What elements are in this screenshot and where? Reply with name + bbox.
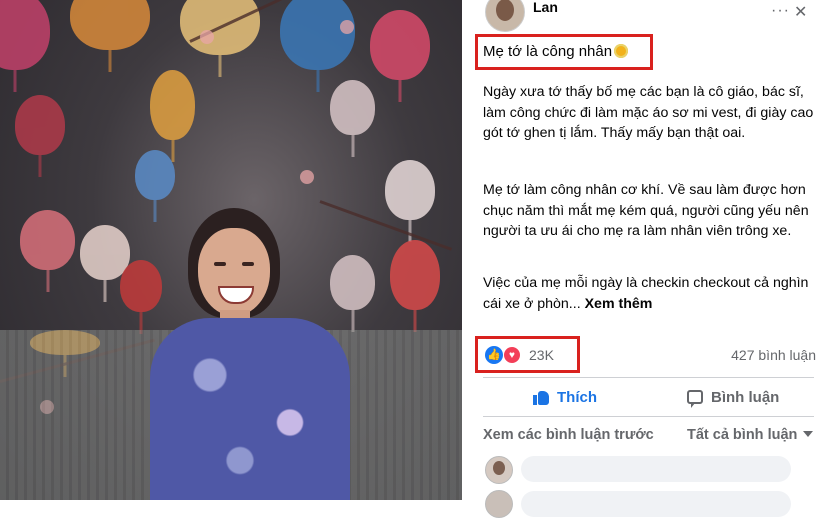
panel-divider xyxy=(462,0,471,500)
like-button-label: Thích xyxy=(557,388,597,406)
face xyxy=(198,228,270,316)
lantern xyxy=(15,95,65,155)
thumbs-up-icon xyxy=(533,389,549,405)
commenter-avatar[interactable] xyxy=(485,456,513,484)
view-previous-comments-link[interactable]: Xem các bình luận trước xyxy=(483,427,654,443)
comment-bubble[interactable] xyxy=(521,491,791,517)
comment-bubble-icon xyxy=(687,390,703,408)
lantern xyxy=(0,0,50,70)
post-paragraph: Mẹ tớ làm công nhân cơ khí. Về sau làm đ… xyxy=(483,182,809,239)
post-photo[interactable] xyxy=(0,0,462,500)
see-more-link[interactable]: Xem thêm xyxy=(585,296,653,312)
blossom xyxy=(340,20,354,34)
reaction-count[interactable]: 23K xyxy=(529,347,554,363)
like-reaction-icon[interactable]: 👍 xyxy=(485,346,503,364)
love-reaction-icon[interactable]: ♥ xyxy=(503,346,521,364)
smile xyxy=(218,286,254,304)
divider xyxy=(483,377,814,378)
post-panel: Lan ··· ✕ Mẹ tớ là công nhân Ngày xưa tớ… xyxy=(471,0,820,518)
lantern xyxy=(385,160,435,220)
author-name[interactable]: Lan xyxy=(533,0,558,15)
divider xyxy=(483,416,814,417)
floral-blouse xyxy=(150,318,350,500)
close-icon[interactable]: ✕ xyxy=(794,2,807,22)
like-button[interactable]: Thích xyxy=(533,386,597,408)
commenter-avatar[interactable] xyxy=(485,490,513,518)
lantern xyxy=(150,70,195,140)
post-paragraph: Ngày xưa tớ thấy bố mẹ các bạn là cô giá… xyxy=(483,84,814,141)
lantern xyxy=(135,150,175,200)
comment-button-label: Bình luận xyxy=(711,388,780,406)
sunflower-icon xyxy=(614,44,629,58)
more-options-icon[interactable]: ··· xyxy=(771,2,790,20)
comment-filter-dropdown[interactable]: Tất cả bình luận xyxy=(687,427,814,443)
left-eye xyxy=(214,262,226,266)
lantern xyxy=(390,240,440,310)
comment-bubble[interactable] xyxy=(521,456,791,482)
lantern xyxy=(370,10,430,80)
post-title-text: Mẹ tớ là công nhân xyxy=(483,43,613,60)
lantern xyxy=(330,80,375,135)
post-paragraph: Việc của mẹ mỗi ngày là checkin checkout… xyxy=(483,273,818,314)
comment-filter-label: Tất cả bình luận xyxy=(687,427,798,443)
post-title: Mẹ tớ là công nhân xyxy=(483,43,629,60)
lantern xyxy=(70,0,150,50)
smiling-woman xyxy=(150,200,350,500)
chevron-down-icon xyxy=(803,431,814,437)
comment-button[interactable]: Bình luận xyxy=(687,386,779,408)
right-eye xyxy=(242,262,254,266)
lantern xyxy=(20,210,75,270)
blossom xyxy=(200,30,214,44)
lantern xyxy=(280,0,355,70)
author-avatar[interactable] xyxy=(485,0,525,32)
comment-count[interactable]: 427 bình luận xyxy=(731,347,816,363)
blossom xyxy=(300,170,314,184)
